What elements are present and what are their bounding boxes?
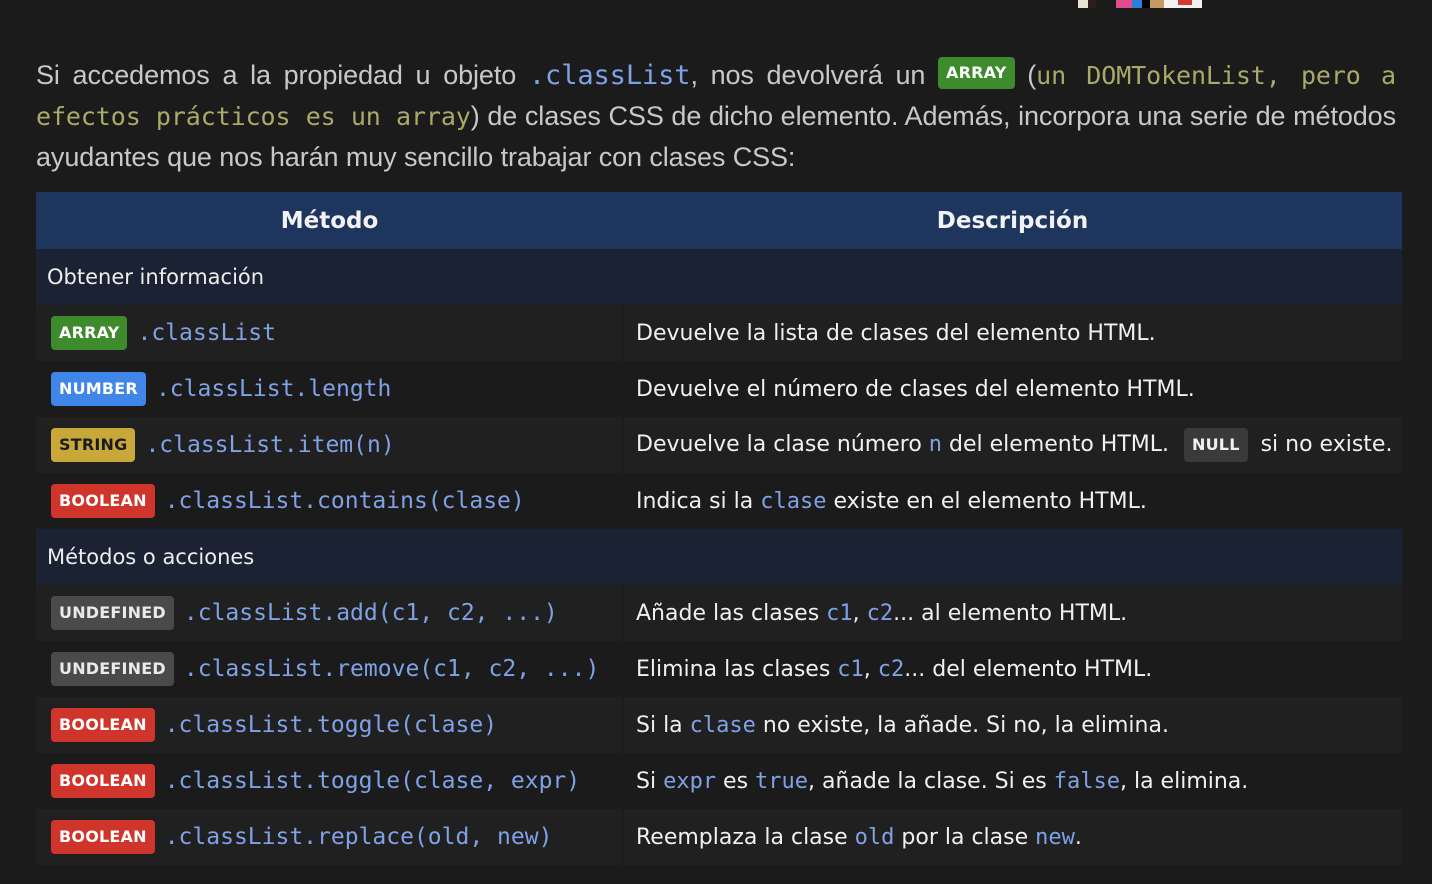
return-type-badge: BOOLEAN	[51, 708, 155, 742]
description-text: , la elimina.	[1119, 768, 1249, 794]
description-text: si no existe.	[1253, 432, 1393, 457]
intro-text-2: , nos devolverá un	[690, 60, 939, 90]
method-cell: ARRAY .classList	[36, 305, 624, 361]
inline-code: c2	[866, 600, 894, 626]
method-code: .classList	[137, 320, 276, 346]
description-text: es	[716, 768, 756, 794]
return-type-badge: ARRAY	[51, 316, 128, 350]
method-code: .classList.replace(old, new)	[164, 824, 553, 850]
description-text: ... al elemento HTML.	[893, 600, 1128, 626]
description-text: Añade las clases	[636, 600, 827, 626]
return-type-badge: UNDEFINED	[51, 596, 174, 630]
intro-paren-open: (	[1014, 60, 1037, 90]
inline-code: n	[928, 432, 943, 457]
return-type-badge: STRING	[51, 428, 136, 462]
method-code: .classList.item(n)	[145, 432, 395, 458]
description-text: por la clase	[894, 824, 1036, 850]
null-badge: NULL	[1184, 428, 1248, 462]
inline-code: old	[854, 824, 895, 850]
inline-code: new	[1035, 824, 1075, 850]
table-row: ARRAY .classList Devuelve la lista de clas…	[36, 305, 1402, 361]
method-code: .classList.contains(clase)	[164, 488, 525, 514]
description-text: Devuelve el número de clases del element…	[636, 376, 1195, 402]
return-type-badge: BOOLEAN	[51, 820, 155, 854]
return-type-badge: NUMBER	[51, 372, 146, 406]
classlist-methods-table: Método Descripción Obtener información AR…	[36, 192, 1402, 865]
description-text: Reemplaza la clase	[636, 824, 855, 850]
description-cell: Reemplaza la clase old por la clase new.	[623, 809, 1402, 865]
group-row-metodos-acciones: Métodos o acciones	[36, 529, 1402, 585]
inline-code: c2	[877, 656, 905, 682]
table-body: Obtener información ARRAY .classList Devuel…	[36, 249, 1402, 865]
description-cell: Devuelve la clase número n del elemento …	[623, 417, 1402, 473]
partial-image-icon	[1078, 0, 1202, 8]
header-description: Descripción	[623, 192, 1402, 249]
table-row: UNDEFINED .classList.add(c1, c2, ...) Añad…	[36, 585, 1402, 641]
description-text: Indica si la	[636, 488, 761, 514]
method-code: .classList.add(c1, c2, ...)	[183, 600, 558, 626]
description-cell: Indica si la clase existe en el elemento…	[623, 473, 1402, 529]
method-code: .classList.toggle(clase)	[164, 712, 498, 738]
return-type-badge: BOOLEAN	[51, 484, 155, 518]
description-text: Elimina las clases	[636, 656, 838, 682]
description-text: Si	[636, 768, 664, 794]
description-text: del elemento HTML.	[942, 432, 1177, 457]
table-header-row: Método Descripción	[36, 192, 1402, 249]
table-row: BOOLEAN .classList.replace(old, new) Reemp…	[36, 809, 1402, 865]
description-text: Devuelve la clase número	[636, 432, 929, 457]
description-cell: Devuelve el número de clases del element…	[623, 361, 1402, 417]
description-cell: Si la clase no existe, la añade. Si no, …	[623, 697, 1402, 753]
description-text: .	[1074, 824, 1082, 850]
method-cell: NUMBER .classList.length	[36, 361, 624, 417]
description-text: , añade la clase. Si es	[808, 768, 1054, 794]
method-cell: BOOLEAN .classList.contains(clase)	[36, 473, 624, 529]
return-type-badge: BOOLEAN	[51, 764, 155, 798]
table-row: UNDEFINED .classList.remove(c1, c2, ...) E…	[36, 641, 1402, 697]
inline-code: expr	[663, 768, 717, 794]
table-row: BOOLEAN .classList.toggle(clase) Si la cla…	[36, 697, 1402, 753]
method-cell: BOOLEAN .classList.replace(old, new)	[36, 809, 624, 865]
return-type-badge: UNDEFINED	[51, 652, 174, 686]
method-cell: STRING .classList.item(n)	[36, 417, 624, 473]
method-cell: BOOLEAN .classList.toggle(clase)	[36, 697, 624, 753]
group-label: Métodos o acciones	[36, 529, 1402, 585]
method-cell: UNDEFINED .classList.remove(c1, c2, ...)	[36, 641, 624, 697]
description-text: Si la	[636, 712, 690, 738]
inline-code: false	[1053, 768, 1120, 794]
method-cell: UNDEFINED .classList.add(c1, c2, ...)	[36, 585, 624, 641]
description-cell: Si expr es true, añade la clase. Si es f…	[623, 753, 1402, 809]
method-cell: BOOLEAN .classList.toggle(clase, expr)	[36, 753, 624, 809]
method-code: .classList.length	[155, 376, 392, 402]
table-row: STRING .classList.item(n) Devuelve la clas…	[36, 417, 1402, 473]
description-cell: Añade las clases c1, c2... al elemento H…	[623, 585, 1402, 641]
table-row: BOOLEAN .classList.contains(clase) Indica …	[36, 473, 1402, 529]
description-text: ,	[852, 600, 867, 626]
inline-code: c1	[837, 656, 864, 682]
inline-code: true	[755, 768, 809, 794]
table-row: NUMBER .classList.length Devuelve el númer…	[36, 361, 1402, 417]
intro-paren-close: )	[470, 101, 480, 131]
group-label: Obtener información	[36, 249, 1402, 305]
group-row-obtener-informacion: Obtener información	[36, 249, 1402, 305]
method-code: .classList.toggle(clase, expr)	[164, 768, 581, 794]
intro-array-badge: ARRAY	[938, 56, 1015, 89]
inline-code: clase	[760, 488, 827, 514]
description-cell: Elimina las clases c1, c2... del element…	[623, 641, 1402, 697]
description-text: no existe, la añade. Si no, la elimina.	[755, 712, 1169, 738]
description-text: ,	[863, 656, 878, 682]
method-code: .classList.remove(c1, c2, ...)	[183, 656, 600, 682]
description-text: Devuelve la lista de clases del elemento…	[636, 320, 1156, 346]
intro-code-classlist: .classList	[528, 60, 691, 91]
header-method: Método	[36, 192, 623, 249]
table-row: BOOLEAN .classList.toggle(clase, expr) Si …	[36, 753, 1402, 809]
description-text: existe en el elemento HTML.	[826, 488, 1147, 514]
intro-text-1: Si accedemos a la propiedad u objeto	[36, 60, 529, 90]
description-text: ... del elemento HTML.	[904, 656, 1153, 682]
intro-paragraph: Si accedemos a la propiedad u objeto .cl…	[36, 55, 1396, 177]
description-cell: Devuelve la lista de clases del elemento…	[623, 305, 1402, 361]
inline-code: clase	[689, 712, 756, 738]
inline-code: c1	[826, 600, 853, 626]
